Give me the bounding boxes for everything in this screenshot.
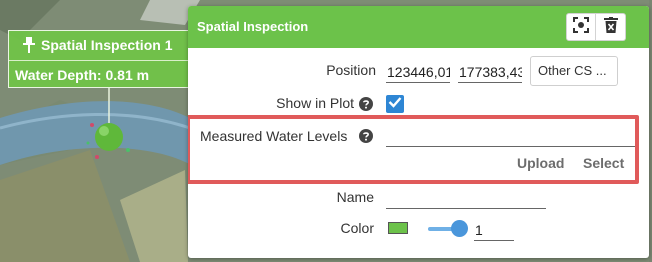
show-in-plot-label: Show in Plot: [276, 95, 354, 111]
focus-icon: [573, 16, 589, 38]
focus-button[interactable]: [566, 13, 596, 41]
color-label: Color: [340, 220, 374, 236]
position-label: Position: [326, 62, 376, 78]
check-icon: [388, 95, 402, 113]
measured-water-levels-input[interactable]: [386, 125, 635, 147]
help-icon[interactable]: [359, 129, 373, 143]
panel-header[interactable]: Spatial Inspection: [188, 6, 649, 48]
size-input[interactable]: 1: [474, 219, 514, 241]
position-x-input[interactable]: 123446,01: [386, 61, 450, 83]
spatial-inspection-panel: Spatial Inspection Position 123446,01 17…: [188, 6, 649, 258]
name-label: Name: [336, 189, 374, 205]
help-icon[interactable]: [359, 97, 373, 111]
size-slider-thumb[interactable]: [451, 220, 468, 237]
delete-icon: [603, 16, 618, 38]
color-swatch[interactable]: [388, 222, 408, 234]
show-in-plot-checkbox[interactable]: [386, 95, 404, 113]
map-label[interactable]: Spatial Inspection 1 Water Depth: 0.81 m: [8, 30, 195, 88]
panel-title: Spatial Inspection: [197, 19, 309, 34]
measured-water-levels-label: Measured Water Levels: [200, 128, 348, 144]
name-input[interactable]: [386, 187, 546, 209]
delete-button[interactable]: [596, 13, 626, 41]
other-cs-button[interactable]: Other CS ...: [530, 56, 618, 86]
select-button[interactable]: Select: [583, 155, 624, 171]
map-label-value: Water Depth: 0.81 m: [15, 67, 150, 83]
position-y-input[interactable]: 177383,43: [458, 61, 522, 83]
upload-button[interactable]: Upload: [517, 155, 564, 171]
map-label-title: Spatial Inspection 1: [41, 37, 173, 53]
